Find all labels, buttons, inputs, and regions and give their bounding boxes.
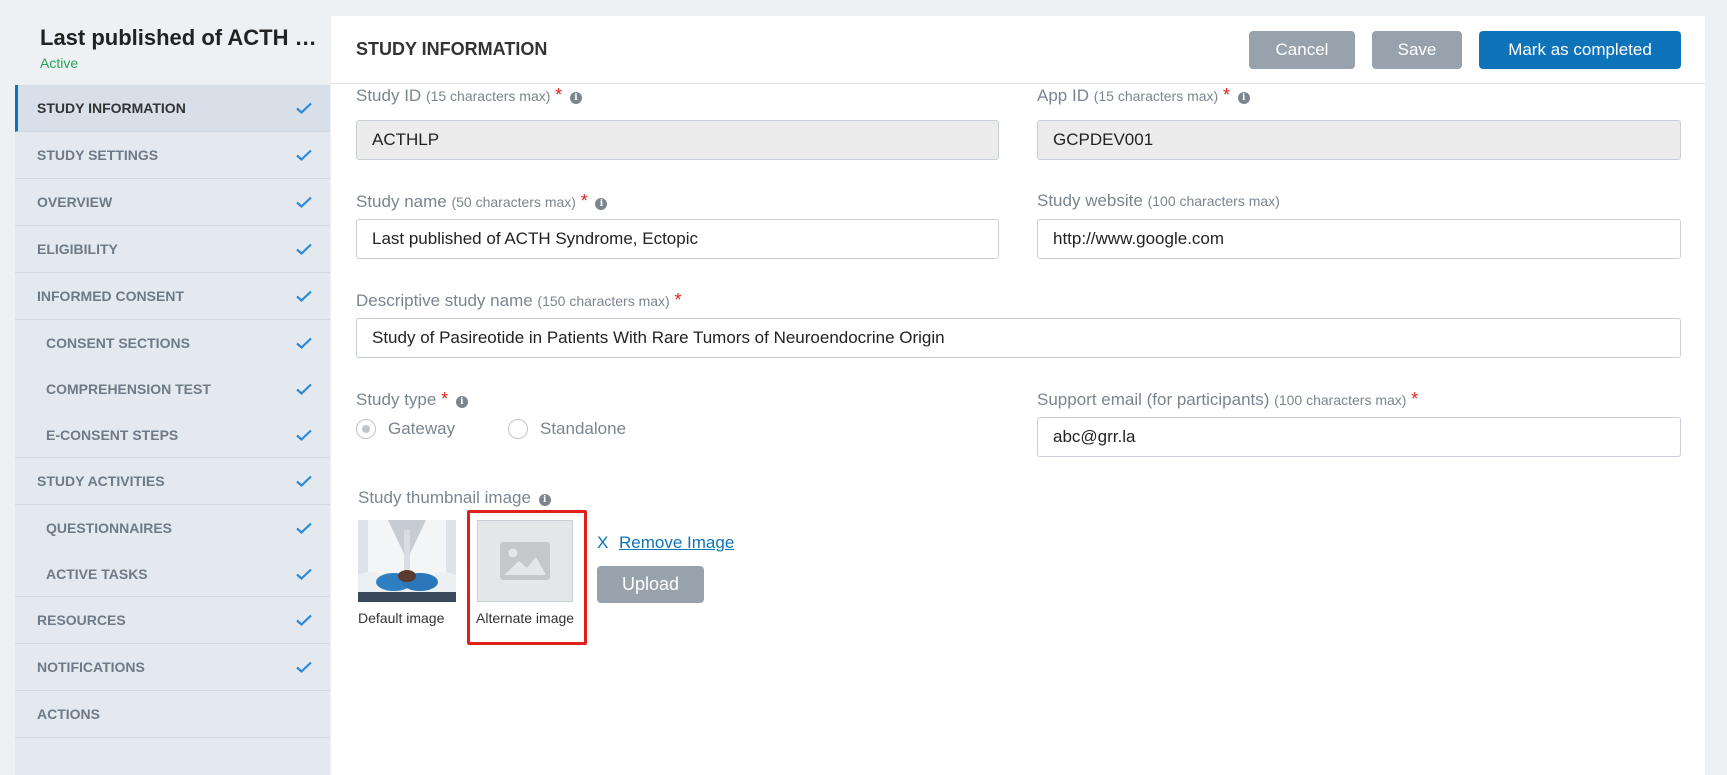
sidebar-item-e-consent-steps[interactable]: E-CONSENT STEPS <box>15 412 330 458</box>
sidebar-item-label: INFORMED CONSENT <box>37 288 184 304</box>
checkmark-icon <box>296 290 312 302</box>
doctor-hands-image <box>358 520 456 602</box>
required-marker: * <box>674 290 682 310</box>
sidebar-item-label: STUDY INFORMATION <box>37 100 186 116</box>
required-marker: * <box>1411 389 1419 409</box>
checkmark-icon <box>296 102 312 114</box>
checkmark-icon <box>296 522 312 534</box>
checkmark-icon <box>296 243 312 255</box>
radio-gateway-circle[interactable] <box>356 419 376 439</box>
remove-image-link[interactable]: Remove Image <box>619 533 734 553</box>
descriptive-name-field[interactable]: Study of Pasireotide in Patients With Ra… <box>356 318 1681 358</box>
sidebar-item-consent-sections[interactable]: CONSENT SECTIONS <box>15 320 330 366</box>
required-marker: * <box>555 85 563 105</box>
mark-completed-button[interactable]: Mark as completed <box>1479 30 1681 69</box>
sidebar-item-eligibility[interactable]: ELIGIBILITY <box>15 226 330 273</box>
sidebar-nav: STUDY INFORMATION STUDY SETTINGS OVERVIEW E… <box>15 85 330 738</box>
support-email-field[interactable]: abc@grr.la <box>1037 417 1681 457</box>
study-name-label: Study name (50 characters max) * i <box>356 191 608 212</box>
sidebar-item-resources[interactable]: RESOURCES <box>15 597 330 644</box>
descriptive-name-label: Descriptive study name (150 characters m… <box>356 290 682 310</box>
study-status: Active <box>40 55 79 71</box>
sidebar-item-label: STUDY ACTIVITIES <box>37 473 165 489</box>
study-header: Last published of ACTH Syndrome, Ectopic… <box>15 16 330 85</box>
sidebar-item-label: RESOURCES <box>37 612 126 628</box>
alternate-image-thumbnail[interactable] <box>477 520 573 602</box>
sidebar-item-study-settings[interactable]: STUDY SETTINGS <box>15 132 330 179</box>
image-placeholder-icon <box>500 542 550 580</box>
checkmark-icon <box>296 383 312 395</box>
study-type-label: Study type * i <box>356 389 468 410</box>
thumbnail-label: Study thumbnail image i <box>358 488 551 508</box>
sidebar-item-label: QUESTIONNAIRES <box>46 520 173 536</box>
app-id-label: App ID (15 characters max) * i <box>1037 85 1250 106</box>
page-title: STUDY INFORMATION <box>356 39 548 59</box>
sidebar-item-comprehension-test[interactable]: COMPREHENSION TEST <box>15 366 330 412</box>
sidebar-item-label: ACTIONS <box>37 706 100 722</box>
sidebar-item-active-tasks[interactable]: ACTIVE TASKS <box>15 551 330 597</box>
study-id-label: Study ID (15 characters max) * i <box>356 85 582 106</box>
default-image-thumbnail[interactable] <box>358 520 456 602</box>
sidebar-item-label: E-CONSENT STEPS <box>46 426 179 443</box>
study-name-field[interactable]: Last published of ACTH Syndrome, Ectopic <box>356 219 999 259</box>
sidebar-item-questionnaires[interactable]: QUESTIONNAIRES <box>15 505 330 551</box>
sidebar-item-label: NOTIFICATIONS <box>37 659 145 675</box>
required-marker: * <box>1222 85 1230 105</box>
main-panel: STUDY INFORMATION Cancel Save Mark as co… <box>331 16 1705 775</box>
sidebar-item-label: ELIGIBILITY <box>37 241 118 257</box>
info-icon[interactable]: i <box>538 494 551 506</box>
checkmark-icon <box>296 337 312 349</box>
radio-standalone-circle[interactable] <box>508 419 528 439</box>
sidebar-item-label: COMPREHENSION TEST <box>46 381 211 397</box>
info-icon[interactable]: i <box>1237 92 1250 104</box>
save-button[interactable]: Save <box>1372 30 1462 69</box>
required-marker: * <box>441 389 449 409</box>
app-id-field[interactable]: GCPDEV001 <box>1037 120 1681 160</box>
study-website-label: Study website (100 characters max) <box>1037 191 1280 210</box>
sidebar-item-overview[interactable]: OVERVIEW <box>15 179 330 226</box>
radio-standalone[interactable]: Standalone <box>508 419 626 439</box>
study-id-field[interactable]: ACTHLP <box>356 120 999 160</box>
checkmark-icon <box>296 196 312 208</box>
cancel-button[interactable]: Cancel <box>1249 30 1355 69</box>
sidebar-item-label: OVERVIEW <box>37 194 113 210</box>
checkmark-icon <box>296 614 312 626</box>
checkmark-icon <box>296 568 312 580</box>
radio-gateway[interactable]: Gateway <box>356 419 455 439</box>
info-icon[interactable]: i <box>569 92 582 104</box>
sidebar-item-informed-consent[interactable]: INFORMED CONSENT <box>15 273 330 320</box>
sidebar-item-notifications[interactable]: NOTIFICATIONS <box>15 644 330 691</box>
checkmark-icon <box>296 429 312 441</box>
sidebar-item-actions[interactable]: ACTIONS <box>15 691 330 738</box>
sidebar-item-label: CONSENT SECTIONS <box>46 335 190 351</box>
sidebar-item-study-information[interactable]: STUDY INFORMATION <box>15 85 330 132</box>
support-email-label: Support email (for participants) (100 ch… <box>1037 389 1419 409</box>
study-title: Last published of ACTH Syndrome, Ectopic <box>40 25 322 50</box>
alternate-image-caption: Alternate image <box>476 610 575 626</box>
study-website-field[interactable]: http://www.google.com <box>1037 219 1681 259</box>
sidebar-item-label: ACTIVE TASKS <box>46 565 148 582</box>
sidebar-item-study-activities[interactable]: STUDY ACTIVITIES <box>15 458 330 505</box>
checkmark-icon <box>296 149 312 161</box>
info-icon[interactable]: i <box>455 396 468 408</box>
info-icon[interactable]: i <box>595 198 608 210</box>
checkmark-icon <box>296 661 312 673</box>
remove-x-icon[interactable]: X <box>597 533 608 553</box>
sidebar: Last published of ACTH Syndrome, Ectopic… <box>15 16 330 775</box>
checkmark-icon <box>296 475 312 487</box>
default-image-caption: Default image <box>358 610 445 626</box>
required-marker: * <box>580 191 588 211</box>
sidebar-item-label: STUDY SETTINGS <box>37 147 159 163</box>
top-bar: STUDY INFORMATION Cancel Save Mark as co… <box>331 16 1705 84</box>
upload-button[interactable]: Upload <box>597 566 704 603</box>
